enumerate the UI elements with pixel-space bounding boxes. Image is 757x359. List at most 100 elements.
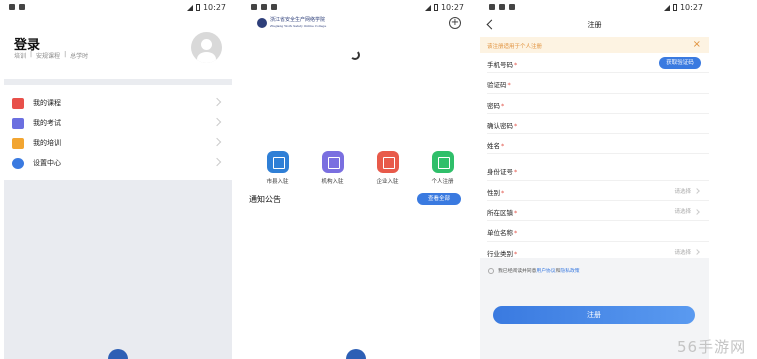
login-stats: 培训 | 安规课程 | 总学时	[14, 51, 88, 60]
id-number-field[interactable]: 身份证号*	[487, 160, 709, 181]
gender-select[interactable]: 性别* 请选择	[487, 181, 709, 202]
agree-prefix: 我已经阅读并同意	[498, 269, 537, 274]
status-time: 10:27	[679, 3, 703, 12]
menu-item-training[interactable]: 我的培训	[4, 133, 224, 153]
field-label: 性别*	[487, 187, 504, 197]
select-placeholder: 请选择	[674, 207, 699, 215]
entry-label: 企业入驻	[376, 179, 399, 185]
agree-text: 我已经阅读并同意用户协议和隐私政策	[498, 267, 580, 274]
required-mark: *	[507, 81, 511, 90]
label-text: 密码	[487, 101, 500, 110]
confirm-password-field[interactable]: 确认密码*	[487, 114, 709, 135]
chevron-right-icon	[212, 117, 222, 127]
notification-icon	[19, 4, 25, 10]
agreement-row: 我已经阅读并同意用户协议和隐私政策	[488, 267, 580, 274]
notification-icon	[489, 4, 495, 10]
separator: |	[30, 51, 33, 58]
field-label: 所在区镇*	[487, 207, 517, 217]
logo-subtitle: Zhejiang Work Safety Online College	[270, 24, 327, 28]
menu-list: 我的课程 我的考试 我的培训 设置中心	[4, 93, 224, 173]
get-code-button[interactable]: 获取验证码	[659, 57, 701, 69]
label-text: 身份证号	[487, 168, 513, 177]
phone-field[interactable]: 手机号码* 获取验证码	[487, 53, 709, 74]
battery-icon	[672, 4, 677, 11]
empty-area	[4, 180, 232, 359]
required-mark: *	[501, 101, 505, 110]
menu-item-label: 我的培训	[33, 139, 61, 147]
signal-icon	[663, 4, 670, 11]
notification-icon	[9, 4, 15, 10]
separator: |	[64, 51, 67, 58]
field-label: 手机号码*	[487, 59, 517, 69]
select-placeholder: 请选择	[674, 187, 699, 195]
entry-enterprise[interactable]: 企业入驻	[360, 151, 415, 185]
label-text: 性别	[487, 188, 500, 197]
privacy-policy-link[interactable]: 隐私政策	[560, 269, 579, 274]
app-logo: 浙江省安全生产网络学院 Zhejiang Work Safety Online …	[257, 17, 326, 29]
signal-icon	[424, 4, 431, 11]
status-bar: 10:27	[242, 0, 470, 16]
field-label: 姓名*	[487, 140, 504, 150]
user-icon	[431, 151, 454, 173]
label-text: 姓名	[487, 142, 500, 151]
status-bar: 10:27	[0, 0, 232, 16]
user-agreement-link[interactable]: 用户协议	[536, 269, 555, 274]
menu-item-courses[interactable]: 我的课程	[4, 93, 224, 113]
view-all-button[interactable]: 查看全部	[417, 193, 461, 205]
add-icon[interactable]: +	[449, 17, 461, 29]
tip-banner: 该注册适用于个人注册 ×	[480, 37, 709, 53]
battery-icon	[195, 4, 200, 11]
entry-city[interactable]: 市县入驻	[250, 151, 305, 185]
stat-label: 培训	[14, 53, 27, 60]
tab-bar-center-icon[interactable]	[346, 349, 366, 359]
register-form: 手机号码* 获取验证码 验证码* 密码* 确认密码* 姓名* 身份证号* 性别*…	[480, 53, 709, 262]
building-icon	[266, 151, 289, 173]
document-icon	[321, 151, 344, 173]
agree-checkbox[interactable]	[488, 267, 494, 274]
register-screen: 10:27 注册 该注册适用于个人注册 × 手机号码* 获取验证码 验证码* 密…	[480, 0, 709, 359]
book-icon	[12, 97, 24, 109]
notification-icon	[271, 4, 277, 10]
tip-text: 该注册适用于个人注册	[487, 44, 543, 50]
watermark: 56手游网	[677, 338, 747, 356]
folder-icon	[12, 137, 24, 149]
entry-institution[interactable]: 机构入驻	[305, 151, 360, 185]
code-field[interactable]: 验证码*	[487, 73, 709, 94]
entry-label: 机构入驻	[321, 179, 344, 185]
emblem-icon	[257, 18, 267, 28]
password-field[interactable]: 密码*	[487, 94, 709, 114]
entry-label: 市县入驻	[266, 179, 289, 185]
company-name-field[interactable]: 单位名称*	[487, 221, 709, 242]
notification-icon	[509, 4, 515, 10]
district-select[interactable]: 所在区镇* 请选择	[487, 201, 709, 222]
name-field[interactable]: 姓名*	[487, 134, 709, 155]
signal-icon	[186, 4, 193, 11]
entry-personal-register[interactable]: 个人注册	[415, 151, 470, 185]
chevron-right-icon	[212, 97, 222, 107]
status-time: 10:27	[440, 3, 464, 12]
label-text: 行业类别	[487, 249, 513, 258]
required-mark: *	[501, 188, 505, 197]
notification-icon	[261, 4, 267, 10]
avatar[interactable]	[191, 32, 222, 63]
required-mark: *	[501, 142, 505, 151]
required-mark: *	[514, 121, 518, 130]
field-label: 确认密码*	[487, 120, 517, 130]
label-text: 单位名称	[487, 229, 513, 238]
menu-item-exams[interactable]: 我的考试	[4, 113, 224, 133]
label-text: 所在区镇	[487, 209, 513, 218]
select-placeholder: 请选择	[674, 248, 699, 256]
pen-icon	[12, 117, 24, 129]
notification-icon	[499, 4, 505, 10]
status-bar: 10:27	[480, 0, 709, 16]
menu-item-label: 我的课程	[33, 99, 61, 107]
menu-item-settings[interactable]: 设置中心	[4, 153, 224, 173]
required-mark: *	[514, 209, 518, 218]
close-icon[interactable]: ×	[693, 39, 701, 51]
chevron-right-icon	[212, 157, 222, 167]
field-label: 密码*	[487, 100, 504, 110]
company-icon	[376, 151, 399, 173]
register-button[interactable]: 注册	[493, 306, 695, 324]
field-label: 行业类别*	[487, 248, 517, 258]
label-text: 确认密码	[487, 121, 513, 130]
